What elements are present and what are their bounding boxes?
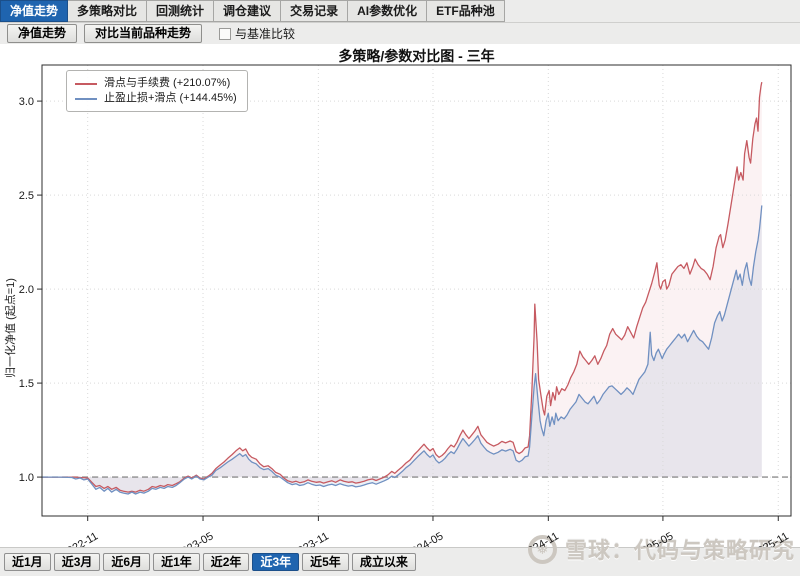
- legend-label-stop-profit-loss: 止盈止损+滑点 (+144.45%): [104, 92, 237, 104]
- app-window: 净值走势 多策略对比 回测统计 调仓建议 交易记录 AI参数优化 ETF品种池 净值走势 对比…: [0, 0, 800, 576]
- x-tick-label: 2024-11: [521, 530, 561, 547]
- checkbox-box-icon[interactable]: [219, 27, 232, 40]
- chart-figure: 多策略/参数对比图 - 三年 归一化净值 (起点=1) 1.0 1.5 2.0 2.5…: [0, 44, 800, 547]
- tab-trade-records[interactable]: 交易记录: [281, 0, 349, 22]
- range-3y[interactable]: 近3年: [252, 553, 300, 571]
- range-1m[interactable]: 近1月: [4, 553, 51, 571]
- range-6m[interactable]: 近6月: [103, 553, 151, 571]
- y-tick-label: 1.0: [19, 472, 34, 484]
- tab-nav-trend[interactable]: 净值走势: [0, 0, 69, 22]
- tab-backtest-stats[interactable]: 回测统计: [147, 0, 215, 22]
- toolbar: 净值走势 对比当前品种走势 与基准比较: [0, 23, 800, 44]
- toolbar-buttons: 净值走势 对比当前品种走势: [0, 24, 203, 43]
- range-1y[interactable]: 近1年: [153, 553, 200, 571]
- legend-swatch-blue-line-icon: [75, 97, 97, 100]
- tab-rebalance-advice[interactable]: 调仓建议: [214, 0, 282, 22]
- legend-label-slippage-fees: 滑点与手续费 (+210.07%): [104, 77, 231, 89]
- x-tick-label: 2025-11: [751, 530, 791, 547]
- y-tick-label: 2.5: [19, 190, 34, 202]
- x-tick-label: 2023-11: [291, 530, 331, 547]
- y-tick-label: 3.0: [19, 96, 34, 108]
- tab-ai-param-optimize[interactable]: AI参数优化: [348, 0, 428, 22]
- range-5y[interactable]: 近5年: [302, 553, 349, 571]
- x-tick-label: 2024-05: [405, 530, 446, 547]
- legend-item: 止盈止损+滑点 (+144.45%): [75, 91, 237, 106]
- x-tick-label: 2023-05: [175, 530, 216, 547]
- plot-area: 1.0 1.5 2.0 2.5 3.0 2022-11 2023-05 2023-11 2024…: [19, 64, 792, 547]
- benchmark-compare-checkbox[interactable]: 与基准比较: [219, 25, 295, 42]
- range-inception[interactable]: 成立以来: [351, 553, 416, 571]
- legend-item: 滑点与手续费 (+210.07%): [75, 76, 237, 91]
- legend-swatch-red-line-icon: [75, 82, 97, 85]
- legend: 滑点与手续费 (+210.07%) 止盈止损+滑点 (+144.45%): [66, 70, 248, 112]
- tab-multi-strategy-compare[interactable]: 多策略对比: [68, 0, 148, 22]
- compare-current-symbol-button[interactable]: 对比当前品种走势: [84, 24, 203, 43]
- x-tick-label: 2025-05: [634, 530, 675, 547]
- y-tick-label: 1.5: [19, 378, 34, 390]
- range-2y[interactable]: 近2年: [202, 553, 250, 571]
- nav-trend-button[interactable]: 净值走势: [7, 24, 78, 43]
- tab-bar: 净值走势 多策略对比 回测统计 调仓建议 交易记录 AI参数优化 ETF品种池: [0, 0, 800, 23]
- tab-etf-pool[interactable]: ETF品种池: [427, 0, 505, 22]
- y-tick-label: 2.0: [19, 284, 34, 296]
- x-tick-label: 2022-11: [60, 530, 100, 547]
- checkbox-label: 与基准比较: [235, 27, 296, 41]
- range-3m[interactable]: 近3月: [53, 553, 101, 571]
